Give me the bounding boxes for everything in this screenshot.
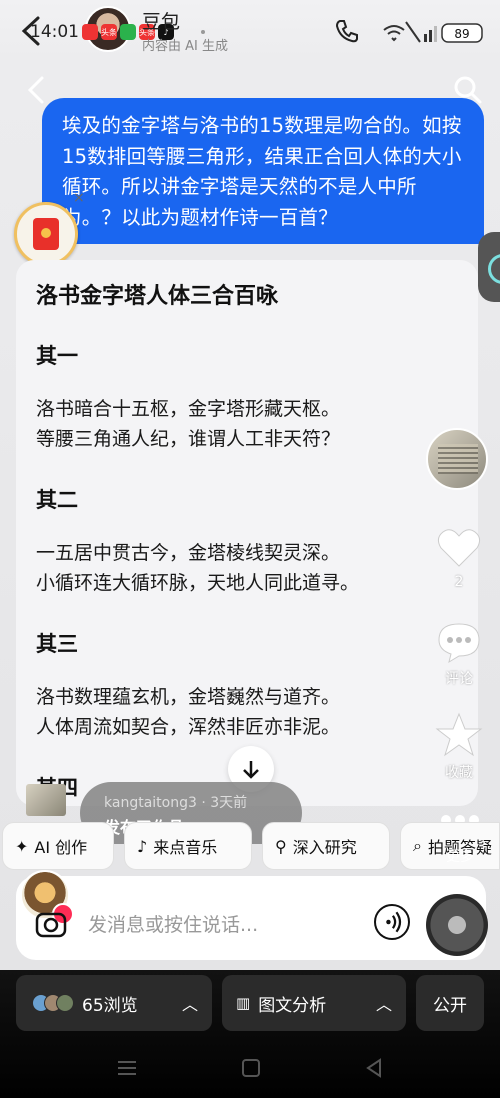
poem-heading: 其一 (36, 344, 78, 368)
author-post-thumbnail[interactable] (426, 428, 488, 490)
chip-label: 深入研究 (292, 838, 357, 857)
more-label: 更多 (446, 849, 474, 865)
poem-body: 洛书数理蕴玄机，金塔巍然与道齐。 人体周流如契合，浑然非匠亦非泥。 (36, 682, 458, 742)
message-input[interactable]: 发消息或按住说话... (88, 910, 258, 937)
chevron-up-icon: ︿ (181, 995, 198, 1014)
quick-action-chips: ✦ AI 创作 ♪ 来点音乐 ⚲ 深入研究 ⌕ 拍题答疑 (0, 822, 500, 872)
views-button[interactable]: 65浏览 ︿ (16, 975, 212, 1031)
chip-label: 来点音乐 (153, 838, 218, 857)
analysis-button[interactable]: ▥ 图文分析 ︿ (222, 975, 406, 1031)
voice-input-icon[interactable] (374, 904, 410, 940)
chip-label: AI 创作 (34, 838, 88, 857)
system-nav-bar (118, 1058, 381, 1078)
music-disc-avatar[interactable] (426, 894, 488, 956)
collect-button[interactable]: 收藏 (432, 712, 486, 782)
answer-title: 洛书金字塔人体三合百咏 (36, 284, 279, 309)
collect-label: 收藏 (445, 765, 473, 781)
system-status-icons: 89 (383, 21, 483, 43)
status-bar: 14:01 头条 头条 ♪ 豆包 内容由 AI 生成 89 (0, 0, 500, 64)
poem-line: 洛书暗合十五枢，金字塔形藏天枢。 (36, 398, 341, 420)
status-dot (201, 30, 205, 34)
chip-music[interactable]: ♪ 来点音乐 (124, 822, 252, 870)
author-name: kangtaitong3 · 3天前 (104, 795, 248, 811)
star-icon (435, 712, 483, 757)
back-nav-icon (366, 1058, 381, 1078)
poem-body: 洛书暗合十五枢，金字塔形藏天枢。 等腰三角通人纪，谁谓人工非天符？ (36, 394, 458, 454)
home-nav-icon (242, 1059, 260, 1077)
like-button[interactable]: 2 (432, 526, 486, 590)
heart-icon (437, 529, 481, 567)
comment-label: 评论 (445, 671, 473, 687)
camera-icon[interactable] (34, 906, 68, 940)
chevron-up-icon: ︿ (375, 995, 392, 1014)
poem-line: 洛书数理蕴玄机，金塔巍然与道齐。 (36, 686, 341, 708)
post-preview-thumbnail[interactable] (26, 784, 66, 816)
photo-question-icon: ⌕ (413, 836, 422, 855)
analysis-label: 图文分析 (258, 995, 327, 1016)
back-icon[interactable] (24, 74, 48, 106)
poem-line: 小循环连大循环脉，天地人同此道寻。 (36, 572, 360, 594)
phone-call-icon[interactable] (334, 18, 360, 44)
poem-line: 等腰三角通人纪，谁谓人工非天符？ (36, 428, 341, 450)
poem-line: 一五居中贯古今，金塔棱线契灵深。 (36, 542, 341, 564)
side-panel-tab[interactable] (478, 232, 500, 302)
chart-icon: ▥ (236, 994, 251, 1012)
ai-answer-card: 洛书金字塔人体三合百咏 其一 洛书暗合十五枢，金字塔形藏天枢。 等腰三角通人纪，… (16, 260, 478, 806)
battery-level: 89 (454, 27, 469, 41)
poem-heading: 其二 (36, 488, 78, 512)
app-notification-icon (82, 24, 98, 40)
poem-body: 一五居中贯古今，金塔棱线契灵深。 小循环连大循环脉，天地人同此道寻。 (36, 538, 458, 598)
user-message-bubble[interactable]: 埃及的金字塔与洛书的15数理是吻合的。如按15数排回等腰三角形，结果正合回人体的… (42, 98, 484, 244)
arrow-down-icon (243, 761, 259, 779)
phone-app-icon (120, 24, 136, 40)
ai-generated-note: 内容由 AI 生成 (142, 39, 228, 54)
poem-line: 人体周流如契合，浑然非匠亦非泥。 (36, 716, 341, 738)
poem-heading: 其三 (36, 632, 78, 656)
sparkle-icon: ✦ (15, 836, 29, 856)
viewer-avatars (32, 994, 74, 1012)
bottom-bar: 65浏览 ︿ ▥ 图文分析 ︿ 公开 (0, 972, 500, 1034)
music-icon: ♪ (137, 836, 148, 856)
chip-ai-create[interactable]: ✦ AI 创作 (2, 822, 114, 870)
screen: 14:01 头条 头条 ♪ 豆包 内容由 AI 生成 89 埃及的金字塔与洛书的… (0, 0, 500, 1098)
comment-icon (438, 623, 480, 664)
clock-time: 14:01 (30, 22, 79, 42)
chat-title: 豆包 (142, 11, 181, 33)
menu-nav-icon (118, 1061, 136, 1075)
comment-button[interactable]: 评论 (432, 620, 486, 688)
research-icon: ⚲ (275, 836, 287, 856)
red-envelope-icon (33, 218, 59, 250)
visibility-label: 公开 (433, 995, 467, 1016)
visibility-button[interactable]: 公开 (416, 975, 484, 1031)
red-envelope-button[interactable] (14, 202, 78, 266)
close-icon[interactable]: × (73, 190, 85, 206)
views-count: 65浏览 (82, 995, 138, 1016)
like-count: 2 (454, 574, 464, 590)
chip-research[interactable]: ⚲ 深入研究 (262, 822, 390, 870)
viewer-avatar (56, 994, 74, 1012)
toutiao-icon: 头条 (101, 24, 117, 40)
